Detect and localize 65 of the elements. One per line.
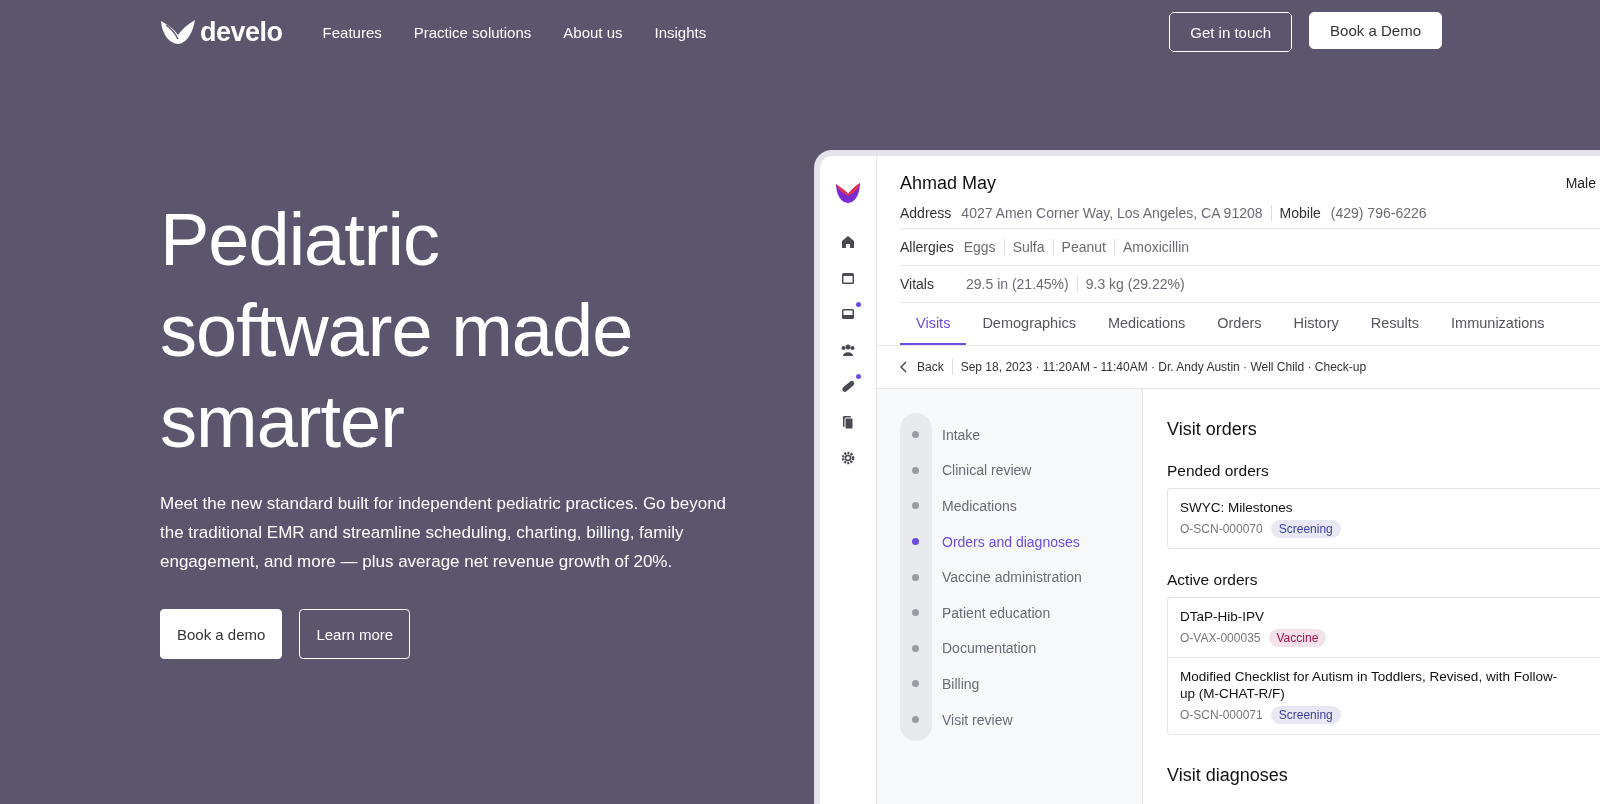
- field-label: Mobile: [1279, 205, 1321, 221]
- chevron-left-icon: [900, 361, 908, 373]
- nav-link[interactable]: Practice solutions: [413, 23, 532, 41]
- section-title: Visit diagnoses: [1167, 765, 1289, 786]
- order-name: Modified Checklist for Autism in Toddlers, Revised, with Follow-up (M-CHAT-R/F): [1180, 668, 1559, 702]
- allergy-value: Sulfa: [1012, 239, 1045, 255]
- subsection-title: Active orders: [1167, 571, 1259, 589]
- home-icon[interactable]: [840, 234, 856, 250]
- demo-button[interactable]: Book a Demo: [1309, 12, 1442, 49]
- nav-link[interactable]: Insights: [654, 23, 707, 41]
- app-logo-icon: [835, 182, 861, 204]
- step-item[interactable]: Visit review: [900, 701, 1100, 738]
- visit-details: Sep 18, 2023 · 11:20AM - 11:40AM · Dr. Andy Austin · Well Child · Check-up: [960, 360, 1367, 374]
- order-name: SWYC: Milestones: [1180, 499, 1294, 516]
- tab[interactable]: Demographics: [966, 303, 1092, 345]
- inbox-icon[interactable]: [840, 306, 856, 322]
- step-item[interactable]: Patient education: [900, 594, 1100, 631]
- calendar-icon[interactable]: [840, 270, 856, 286]
- order-tag: Screening: [1270, 706, 1341, 724]
- book-demo-button[interactable]: Book a demo: [160, 609, 283, 659]
- order-code: O-VAX-000035: [1180, 631, 1261, 645]
- settings-icon[interactable]: [840, 450, 856, 466]
- order-tag: Vaccine: [1268, 629, 1327, 647]
- back-link[interactable]: Back: [900, 360, 944, 374]
- step-item[interactable]: Intake: [900, 417, 1100, 453]
- address-value: 4027 Amen Corner Way, Los Angeles, CA 91208: [961, 205, 1263, 221]
- patient-sex: Male: [1565, 175, 1597, 191]
- field-label: Address: [900, 205, 952, 221]
- step-item[interactable]: Orders and diagnoses: [900, 523, 1100, 560]
- tab[interactable]: History: [1277, 303, 1355, 345]
- hero-description: Meet the new standard built for independent pediatric practices. Go beyond the traditional EMR and streamline scheduling, charting, billing, family engagement, and more — plus average net revenue growth of 20%.: [160, 493, 728, 573]
- order-tag: Screening: [1270, 520, 1341, 538]
- nav-link[interactable]: Features: [322, 23, 382, 41]
- step-item[interactable]: Medications: [900, 488, 1100, 524]
- field-label: Vitals: [900, 276, 935, 292]
- nav-link[interactable]: About us: [563, 23, 623, 41]
- section-title: Visit orders: [1167, 419, 1258, 440]
- allergy-value: Amoxicillin: [1122, 239, 1190, 255]
- patient-name: Ahmad May: [900, 172, 997, 194]
- tab[interactable]: Orders: [1201, 303, 1278, 345]
- brand-name[interactable]: develo: [200, 16, 283, 48]
- allergy-value: Peanut: [1061, 239, 1106, 255]
- documents-icon[interactable]: [840, 414, 856, 430]
- vital-value: 29.5 in (21.45%): [966, 276, 1069, 292]
- mobile-value: (429) 796-6226: [1330, 205, 1427, 221]
- order-name: DTaP-Hib-IPV: [1180, 608, 1266, 625]
- step-item[interactable]: Billing: [900, 666, 1100, 702]
- step-item[interactable]: Documentation: [900, 630, 1100, 667]
- contact-button[interactable]: Get in touch: [1169, 12, 1293, 52]
- subsection-title: Pended orders: [1167, 462, 1270, 480]
- step-item[interactable]: Vaccine administration: [900, 559, 1100, 595]
- tab[interactable]: Medications: [1091, 303, 1202, 345]
- tab[interactable]: Visits: [900, 303, 967, 345]
- learn-more-button[interactable]: Learn more: [299, 609, 411, 659]
- headline: Pediatric software made smarter: [160, 197, 634, 465]
- order-code: O-SCN-000071: [1180, 708, 1263, 722]
- people-icon[interactable]: [840, 342, 856, 358]
- vital-value: 9.3 kg (29.22%): [1085, 276, 1185, 292]
- step-item[interactable]: Clinical review: [900, 452, 1100, 489]
- tab[interactable]: Immunizations: [1435, 303, 1561, 345]
- field-label: Allergies: [900, 239, 954, 255]
- allergy-value: Eggs: [963, 239, 996, 255]
- tab[interactable]: Results: [1354, 303, 1436, 345]
- logo-icon: [160, 19, 196, 45]
- order-code: O-SCN-000070: [1180, 522, 1263, 536]
